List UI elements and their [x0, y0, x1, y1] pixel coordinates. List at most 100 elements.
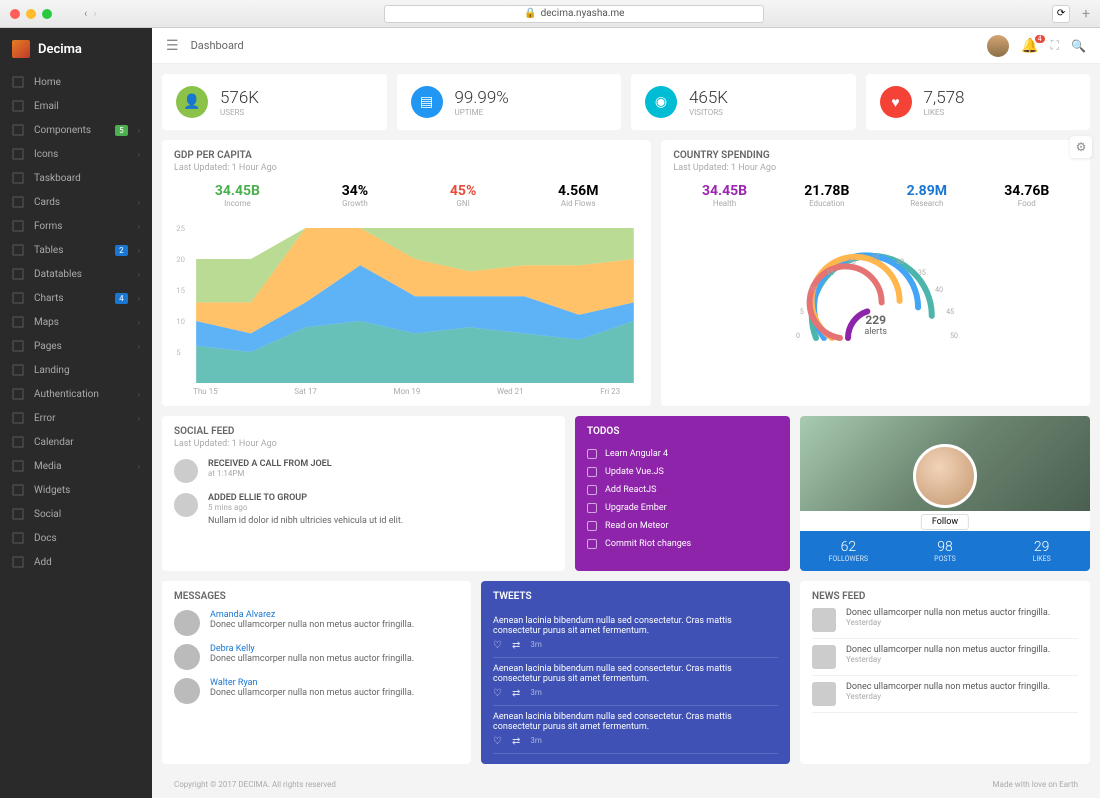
svg-text:40: 40: [935, 286, 943, 294]
message-sender: Walter Ryan: [210, 678, 414, 688]
nav-label: Landing: [34, 365, 140, 376]
checkbox-icon[interactable]: [587, 485, 597, 495]
new-tab-icon[interactable]: +: [1082, 6, 1090, 22]
stat-card-likes: ♥ 7,578LIKES: [866, 74, 1091, 130]
nav-label: Cards: [34, 197, 128, 208]
sidebar-item-widgets[interactable]: Widgets: [0, 478, 152, 502]
metric-value: 34%: [342, 183, 368, 199]
notifications-icon[interactable]: 🔔4: [1021, 38, 1038, 54]
sidebar-item-maps[interactable]: Maps ›: [0, 310, 152, 334]
sidebar-item-tables[interactable]: Tables 2 ›: [0, 238, 152, 262]
todo-item[interactable]: Update Vue.JS: [587, 463, 778, 481]
svg-text:20: 20: [848, 258, 856, 266]
sidebar-item-authentication[interactable]: Authentication ›: [0, 382, 152, 406]
sidebar-item-charts[interactable]: Charts 4 ›: [0, 286, 152, 310]
news-title: NEWS FEED: [812, 591, 1078, 602]
svg-text:30: 30: [896, 258, 904, 266]
news-item[interactable]: Donec ullamcorper nulla non metus auctor…: [812, 676, 1078, 713]
sidebar-item-email[interactable]: Email: [0, 94, 152, 118]
metric-label: Food: [1004, 199, 1049, 208]
reload-icon[interactable]: ⟳: [1052, 5, 1070, 23]
stat-label: UPTIME: [455, 108, 509, 117]
chart-icon: [12, 292, 24, 304]
feed-item: ADDED ELLIE TO GROUP5 mins agoNullam id …: [174, 493, 553, 526]
profile-avatar[interactable]: [913, 444, 977, 508]
sidebar-item-forms[interactable]: Forms ›: [0, 214, 152, 238]
sidebar-item-components[interactable]: Components 5 ›: [0, 118, 152, 142]
stat-label: LIKES: [924, 108, 965, 117]
follow-button[interactable]: Follow: [921, 514, 969, 530]
sidebar-item-taskboard[interactable]: Taskboard: [0, 166, 152, 190]
minimize-window[interactable]: [26, 9, 36, 19]
hamburger-icon[interactable]: ☰: [166, 38, 179, 54]
metric-value: 34.45B: [215, 183, 260, 199]
sidebar-item-social[interactable]: Social: [0, 502, 152, 526]
avatar: [174, 678, 200, 704]
todo-item[interactable]: Upgrade Ember: [587, 499, 778, 517]
settings-icon[interactable]: ⚙: [1070, 136, 1092, 158]
sidebar-item-icons[interactable]: Icons ›: [0, 142, 152, 166]
todo-label: Commit Riot changes: [605, 539, 691, 549]
todo-item[interactable]: Read on Meteor: [587, 517, 778, 535]
message-text: Donec ullamcorper nulla non metus auctor…: [210, 620, 414, 630]
metric-label: Research: [907, 199, 947, 208]
metric-label: Education: [804, 199, 849, 208]
chevron-right-icon: ›: [138, 150, 140, 159]
footer-left: Copyright © 2017 DECIMA. All rights rese…: [174, 780, 336, 789]
feed-item-title: ADDED ELLIE TO GROUP: [208, 493, 403, 503]
message-item[interactable]: Debra KellyDonec ullamcorper nulla non m…: [174, 644, 459, 670]
sidebar-item-datatables[interactable]: Datatables ›: [0, 262, 152, 286]
tweet-time: 3m: [530, 640, 542, 651]
checkbox-icon[interactable]: [587, 521, 597, 531]
nav-label: Pages: [34, 341, 128, 352]
like-icon[interactable]: ♡: [493, 640, 502, 651]
cal-icon: [12, 436, 24, 448]
tweet-item: Aenean lacinia bibendum nulla sed consec…: [493, 706, 778, 754]
todo-item[interactable]: Add ReactJS: [587, 481, 778, 499]
sidebar-item-calendar[interactable]: Calendar: [0, 430, 152, 454]
tweet-text: Aenean lacinia bibendum nulla sed consec…: [493, 616, 778, 636]
back-icon[interactable]: ‹: [84, 7, 87, 20]
news-item[interactable]: Donec ullamcorper nulla non metus auctor…: [812, 639, 1078, 676]
svg-text:0: 0: [796, 332, 800, 340]
search-icon[interactable]: 🔍: [1071, 39, 1086, 53]
profile-stat-value: 29: [993, 539, 1090, 555]
share-icon[interactable]: ⇄: [512, 736, 520, 747]
sidebar-item-pages[interactable]: Pages ›: [0, 334, 152, 358]
like-icon[interactable]: ♡: [493, 688, 502, 699]
sidebar-item-docs[interactable]: Docs: [0, 526, 152, 550]
message-item[interactable]: Walter RyanDonec ullamcorper nulla non m…: [174, 678, 459, 704]
nav-label: Home: [34, 77, 140, 88]
server-icon: ▤: [411, 86, 443, 118]
message-item[interactable]: Amanda AlvarezDonec ullamcorper nulla no…: [174, 610, 459, 636]
page-icon: [12, 340, 24, 352]
sidebar-item-error[interactable]: Error ›: [0, 406, 152, 430]
sidebar-item-home[interactable]: Home: [0, 70, 152, 94]
user-avatar[interactable]: [987, 35, 1009, 57]
board-icon: [12, 172, 24, 184]
maximize-window[interactable]: [42, 9, 52, 19]
share-icon[interactable]: ⇄: [512, 688, 520, 699]
todo-item[interactable]: Commit Riot changes: [587, 535, 778, 553]
url-bar[interactable]: 🔒decima.nyasha.me: [384, 5, 764, 23]
fullscreen-icon[interactable]: ⛶: [1051, 38, 1059, 53]
checkbox-icon[interactable]: [587, 539, 597, 549]
news-item[interactable]: Donec ullamcorper nulla non metus auctor…: [812, 602, 1078, 639]
profile-stat: 98POSTS: [897, 531, 994, 571]
metric-value: 34.76B: [1004, 183, 1049, 199]
checkbox-icon[interactable]: [587, 503, 597, 513]
like-icon[interactable]: ♡: [493, 736, 502, 747]
sidebar-item-cards[interactable]: Cards ›: [0, 190, 152, 214]
close-window[interactable]: [10, 9, 20, 19]
todo-item[interactable]: Learn Angular 4: [587, 445, 778, 463]
sidebar-item-media[interactable]: Media ›: [0, 454, 152, 478]
sidebar-item-add[interactable]: Add: [0, 550, 152, 574]
app-logo[interactable]: Decima: [0, 28, 152, 70]
checkbox-icon[interactable]: [587, 467, 597, 477]
profile-stat-label: POSTS: [897, 555, 994, 563]
profile-stat-label: LIKES: [993, 555, 1090, 563]
nav-label: Maps: [34, 317, 128, 328]
share-icon[interactable]: ⇄: [512, 640, 520, 651]
sidebar-item-landing[interactable]: Landing: [0, 358, 152, 382]
checkbox-icon[interactable]: [587, 449, 597, 459]
